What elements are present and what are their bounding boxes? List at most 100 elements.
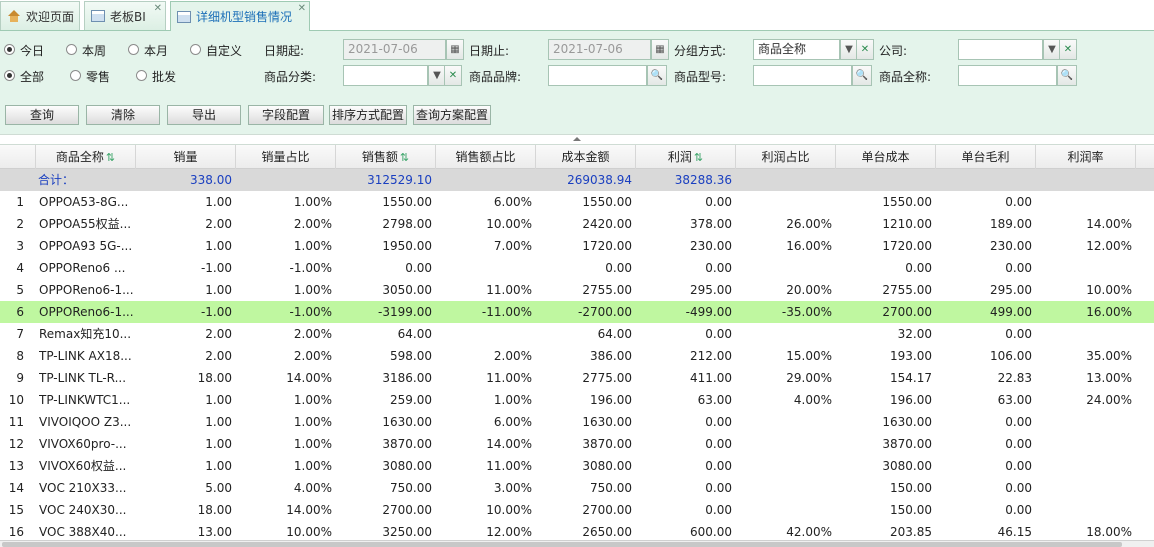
radio-all[interactable] xyxy=(4,70,15,81)
header-unit-margin[interactable]: 单台毛利 xyxy=(936,145,1036,169)
table-row[interactable]: 4 OPPOReno6 ... -1.00 -1.00% 0.00 0.00 0.00 0.0… xyxy=(0,257,1154,279)
table-row[interactable]: 9 TP-LINK TL-R... 18.00 14.00% 3186.00 11.00%… xyxy=(0,367,1154,389)
cell-3: -1.00% xyxy=(289,261,332,275)
table-row[interactable]: 3 OPPOA93 5G-... 1.00 1.00% 1950.00 7.00% 1720… xyxy=(0,235,1154,257)
cell-8 xyxy=(736,191,836,213)
calendar-icon[interactable]: ▦ xyxy=(446,39,464,60)
cell-4: 64.00 xyxy=(397,327,432,341)
cell-7: 0.00 xyxy=(705,437,732,451)
cell-6: 64.00 xyxy=(597,327,632,341)
radio-this-month[interactable] xyxy=(128,44,139,55)
table-row[interactable]: 8 TP-LINK AX18... 2.00 2.00% 598.00 2.00% 386.… xyxy=(0,345,1154,367)
table-row[interactable]: 6 OPPOReno6-1... -1.00 -1.00% -3199.00 -11.00… xyxy=(0,301,1154,323)
table-row[interactable]: 16 VOC 388X40... 13.00 10.00% 3250.00 12.00% 2… xyxy=(0,521,1154,540)
cell-1: Remax知充10... xyxy=(39,327,132,341)
cell-2: 1.00 xyxy=(205,459,232,473)
cell-9: 32.00 xyxy=(897,327,932,341)
query-button[interactable]: 查询 xyxy=(5,105,79,125)
tab-label: 欢迎页面 xyxy=(26,9,75,24)
header-qty[interactable]: 销量 xyxy=(136,145,236,169)
radio-retail[interactable] xyxy=(70,70,81,81)
fullname-field[interactable] xyxy=(958,65,1057,86)
cell-5: 11.00% xyxy=(486,459,532,473)
header-cost[interactable]: 成本金额 xyxy=(536,145,636,169)
company-select[interactable] xyxy=(958,39,1043,60)
cell-7: 0.00 xyxy=(705,261,732,275)
close-icon[interactable]: ✕ xyxy=(154,4,162,14)
cell-8 xyxy=(736,433,836,455)
header-profit-rate[interactable]: 利润率 xyxy=(1036,145,1136,169)
header-qty-ratio[interactable]: 销量占比 xyxy=(236,145,336,169)
date-to-field[interactable]: 2021-07-06 xyxy=(548,39,651,60)
total-qty: 338.00 xyxy=(190,173,232,187)
clear-icon[interactable]: ✕ xyxy=(444,65,462,86)
model-field[interactable] xyxy=(753,65,852,86)
panel-splitter[interactable] xyxy=(0,134,1154,145)
cell-4: 3250.00 xyxy=(382,525,432,539)
clear-icon[interactable]: ✕ xyxy=(856,39,874,60)
table-row[interactable]: 13 VIVOX60权益... 1.00 1.00% 3080.00 11.00% 3080… xyxy=(0,455,1154,477)
cell-2: 2.00 xyxy=(205,217,232,231)
scrollbar-thumb[interactable] xyxy=(2,542,1122,547)
search-icon[interactable]: 🔍 xyxy=(1057,65,1077,86)
table-row[interactable]: 12 VIVOX60pro-... 1.00 1.00% 3870.00 14.00% 38… xyxy=(0,433,1154,455)
table-row[interactable]: 11 VIVOIQOO Z3... 1.00 1.00% 1630.00 6.00% 163… xyxy=(0,411,1154,433)
cell-10: 0.00 xyxy=(1005,503,1032,517)
cell-9: 1210.00 xyxy=(882,217,932,231)
table-row[interactable]: 7 Remax知充10... 2.00 2.00% 64.00 64.00 0.00 32.0… xyxy=(0,323,1154,345)
header-sales-ratio[interactable]: 销售额占比 xyxy=(436,145,536,169)
radio-this-week[interactable] xyxy=(66,44,77,55)
horizontal-scrollbar[interactable] xyxy=(0,540,1154,547)
group-select[interactable]: 商品全称 xyxy=(753,39,840,60)
table-row[interactable]: 10 TP-LINKWTC1... 1.00 1.00% 259.00 1.00% 196.… xyxy=(0,389,1154,411)
query-scheme-config-button[interactable]: 查询方案配置 xyxy=(413,105,491,125)
table-row[interactable]: 2 OPPOA55权益... 2.00 2.00% 2798.00 10.00% 2420.… xyxy=(0,213,1154,235)
table-row[interactable]: 14 VOC 210X33... 5.00 4.00% 750.00 3.00% 750.0… xyxy=(0,477,1154,499)
table-row[interactable]: 5 OPPOReno6-1... 1.00 1.00% 3050.00 11.00% 275… xyxy=(0,279,1154,301)
cell-9: 154.17 xyxy=(890,371,932,385)
table-row[interactable]: 1 OPPOA53-8G... 1.00 1.00% 1550.00 6.00% 1550.… xyxy=(0,191,1154,213)
radio-wholesale[interactable] xyxy=(136,70,147,81)
cell-10: 295.00 xyxy=(990,283,1032,297)
grid-header: 商品全称 ⇅ 销量 销量占比 销售额 ⇅ 销售额占比 成本金额 利润 ⇅ 利润占比 单… xyxy=(0,145,1154,169)
brand-field[interactable] xyxy=(548,65,647,86)
clear-icon[interactable]: ✕ xyxy=(1059,39,1077,60)
clear-button[interactable]: 清除 xyxy=(86,105,160,125)
cell-3: 1.00% xyxy=(293,393,332,407)
date-from-field[interactable]: 2021-07-06 xyxy=(343,39,446,60)
header-product-name[interactable]: 商品全称 ⇅ xyxy=(36,145,136,169)
field-config-button[interactable]: 字段配置 xyxy=(248,105,324,125)
category-select[interactable] xyxy=(343,65,428,86)
close-icon[interactable]: ✕ xyxy=(298,4,306,14)
cell-8: 15.00% xyxy=(786,349,832,363)
header-profit-ratio[interactable]: 利润占比 xyxy=(736,145,836,169)
cell-11 xyxy=(1036,455,1136,477)
cell-11: 10.00% xyxy=(1086,283,1132,297)
cell-6: 386.00 xyxy=(590,349,632,363)
tab-boss-bi[interactable]: 老板BI ✕ xyxy=(84,1,166,30)
cell-9: 2755.00 xyxy=(882,283,932,297)
collapse-arrow-icon[interactable] xyxy=(573,137,581,141)
radio-today[interactable] xyxy=(4,44,15,55)
export-button[interactable]: 导出 xyxy=(167,105,241,125)
table-row[interactable]: 15 VOC 240X30... 18.00 14.00% 2700.00 10.00% 2… xyxy=(0,499,1154,521)
header-profit[interactable]: 利润 ⇅ xyxy=(636,145,736,169)
sort-config-button[interactable]: 排序方式配置 xyxy=(329,105,407,125)
tab-welcome[interactable]: 欢迎页面 xyxy=(0,1,80,30)
row-number: 6 xyxy=(16,305,24,319)
cell-4: 3870.00 xyxy=(382,437,432,451)
radio-custom[interactable] xyxy=(190,44,201,55)
total-cost: 269038.94 xyxy=(567,173,632,187)
cell-6: 3080.00 xyxy=(582,459,632,473)
cell-5: 6.00% xyxy=(493,195,532,209)
cell-1: OPPOReno6 ... xyxy=(39,261,126,275)
header-sales[interactable]: 销售额 ⇅ xyxy=(336,145,436,169)
search-icon[interactable]: 🔍 xyxy=(647,65,667,86)
calendar-icon[interactable]: ▦ xyxy=(651,39,669,60)
sort-icon: ⇅ xyxy=(399,151,410,164)
search-icon[interactable]: 🔍 xyxy=(852,65,872,86)
tab-detail-model-sales[interactable]: 详细机型销售情况 ✕ xyxy=(170,1,310,31)
cell-5: 11.00% xyxy=(486,371,532,385)
cell-3: 2.00% xyxy=(293,327,332,341)
header-unit-cost[interactable]: 单台成本 xyxy=(836,145,936,169)
